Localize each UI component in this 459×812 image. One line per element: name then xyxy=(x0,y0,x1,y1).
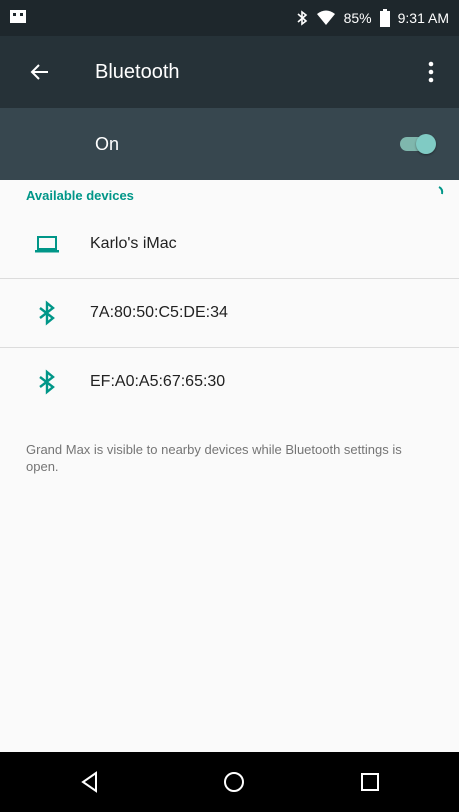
recents-nav-icon[interactable] xyxy=(355,767,385,797)
battery-percent: 85% xyxy=(343,10,372,26)
toggle-thumb xyxy=(416,134,436,154)
laptop-icon xyxy=(33,230,61,258)
status-bar: 85% 9:31 AM xyxy=(0,0,459,36)
scanning-progress-icon xyxy=(436,185,446,199)
home-nav-icon[interactable] xyxy=(219,767,249,797)
sim-card-icon xyxy=(10,8,26,31)
more-options-icon[interactable] xyxy=(419,58,443,86)
available-devices-header: Available devices xyxy=(26,188,134,203)
device-name: EF:A0:A5:67:65:30 xyxy=(90,373,226,390)
switch-label: On xyxy=(95,134,120,154)
device-name: Karlo's iMac xyxy=(90,235,177,252)
bluetooth-toggle[interactable] xyxy=(398,127,438,161)
device-item[interactable]: Karlo's iMac xyxy=(0,210,459,278)
bluetooth-icon xyxy=(33,299,61,327)
device-item[interactable]: EF:A0:A5:67:65:30 xyxy=(0,348,459,416)
back-nav-icon[interactable] xyxy=(75,767,105,797)
app-toolbar: Bluetooth xyxy=(0,36,459,108)
device-item[interactable]: 7A:80:50:C5:DE:34 xyxy=(0,279,459,347)
clock: 9:31 AM xyxy=(397,10,449,26)
visibility-notice: Grand Max is visible to nearby devices w… xyxy=(26,442,402,474)
status-indicators: 85% 9:31 AM xyxy=(296,0,449,36)
wifi-icon xyxy=(316,10,336,26)
bluetooth-icon xyxy=(33,368,61,396)
bluetooth-status-icon xyxy=(296,10,308,26)
back-arrow-icon[interactable] xyxy=(28,60,52,84)
bluetooth-switch-bar[interactable]: On xyxy=(0,108,459,180)
navigation-bar xyxy=(0,752,459,812)
battery-icon xyxy=(379,9,390,27)
page-title: Bluetooth xyxy=(95,61,180,83)
device-name: 7A:80:50:C5:DE:34 xyxy=(90,304,228,321)
